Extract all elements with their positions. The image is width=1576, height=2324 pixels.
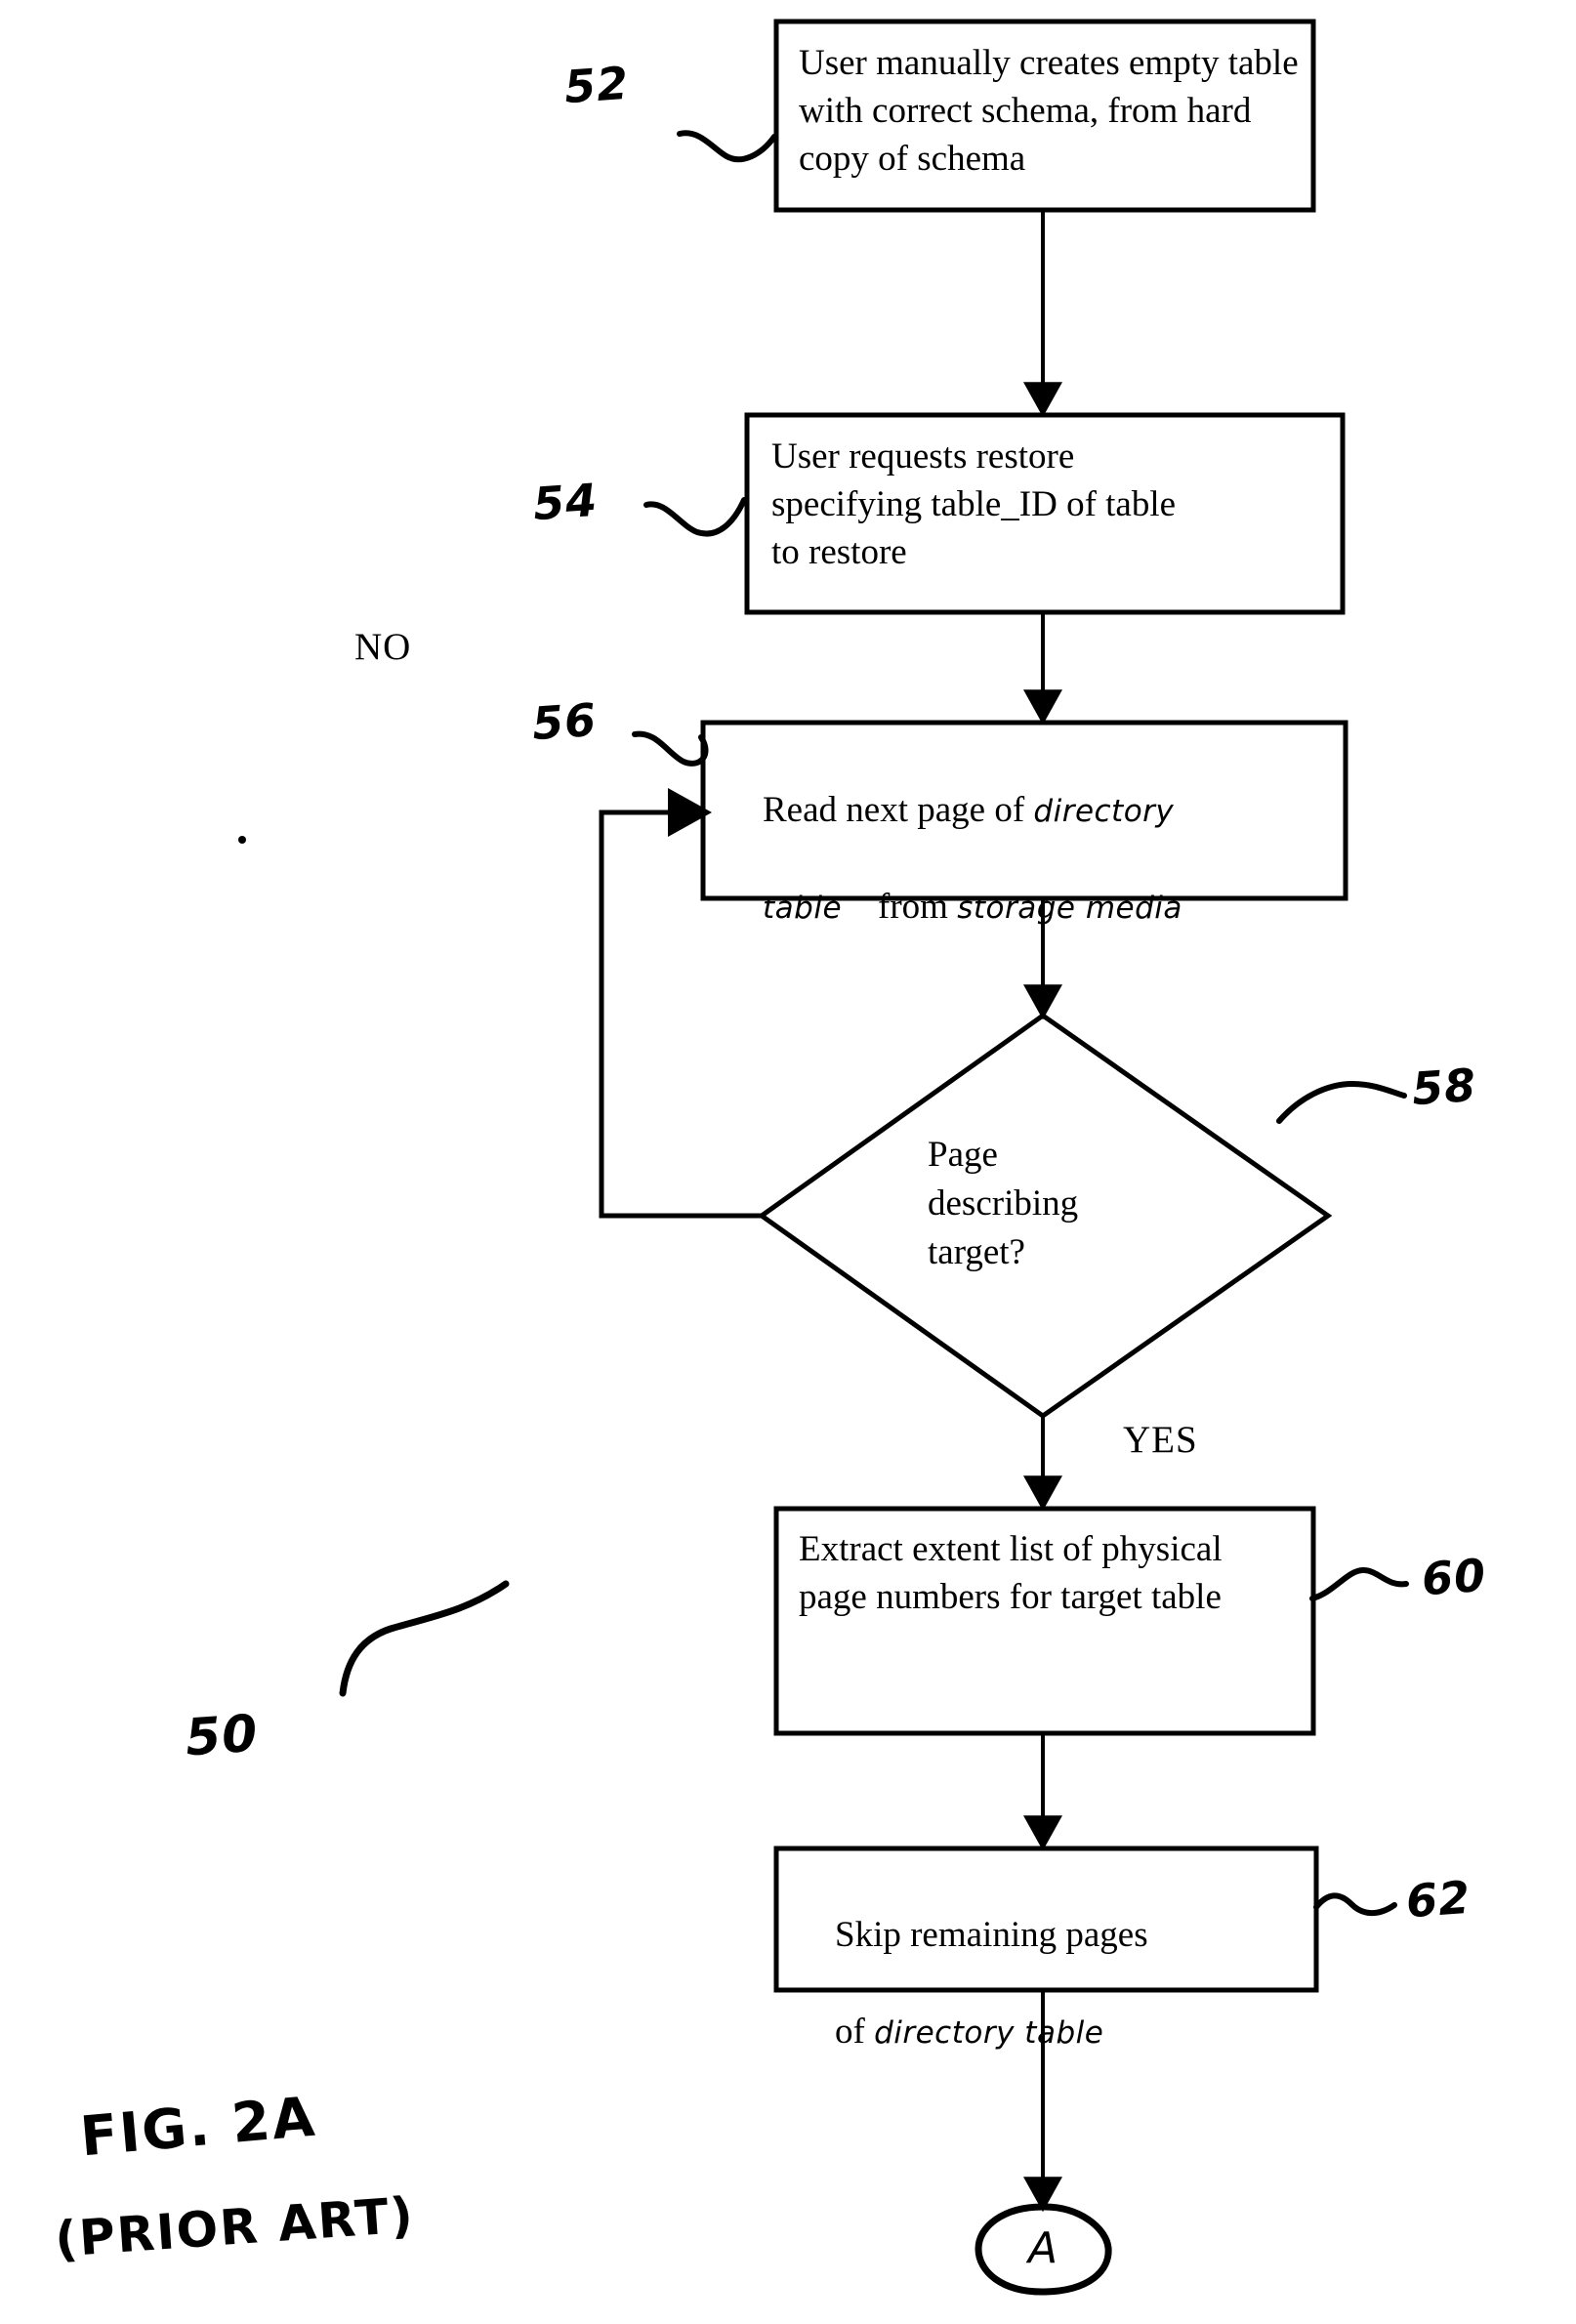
decision-line-1: Page — [928, 1135, 998, 1175]
decision-line-2: describing — [928, 1183, 1079, 1224]
reference-numeral-54: 54 — [531, 473, 600, 531]
branch-label-yes: YES — [1123, 1419, 1198, 1461]
leader-line-50 — [339, 1580, 510, 1697]
reference-numeral-60: 60 — [1420, 1548, 1488, 1606]
leader-line-62 — [1313, 1892, 1397, 1917]
leader-line-52 — [677, 130, 777, 163]
process-box-56-text-1: Read next page of — [763, 790, 1034, 831]
process-box-56-text-3: from — [878, 886, 958, 927]
process-box-62-text-1: Skip remaining pages — [835, 1915, 1148, 1956]
leader-line-58 — [1276, 1080, 1407, 1124]
leader-line-56 — [632, 730, 709, 767]
process-box-54-label: User requests restore specifying table_I… — [771, 436, 1185, 573]
connector-circle-a-label: A — [1027, 2223, 1058, 2273]
flowchart-canvas — [238, 19, 1409, 2296]
reference-numeral-50: 50 — [183, 1704, 261, 1768]
reference-numeral-56: 56 — [530, 692, 599, 751]
process-box-62-handwritten-directory-table: directory table — [874, 2014, 1104, 2051]
branch-label-no: NO — [354, 626, 412, 668]
decision-line-3: target? — [928, 1231, 1025, 1272]
reference-numeral-52: 52 — [562, 56, 631, 114]
process-box-56-handwritten-directory: directory — [1033, 794, 1175, 830]
decision-diamond-58-label: Page describing target? — [928, 1131, 1182, 1277]
process-box-52-label: User manually creates empty table with c… — [799, 43, 1307, 180]
process-box-56-handwritten-table: table — [763, 890, 843, 926]
patent-figure-page: User manually creates empty table with c… — [0, 0, 1576, 2324]
reference-numeral-62: 62 — [1404, 1870, 1472, 1929]
process-box-62-label: Skip remaining pages of directory table — [799, 1863, 1306, 2103]
leader-line-54 — [643, 497, 747, 537]
process-box-60-label: Extract extent list of physical page num… — [799, 1529, 1231, 1618]
process-box-56-handwritten-storage-media: storage media — [957, 890, 1182, 926]
reference-numeral-58: 58 — [1410, 1058, 1478, 1116]
leader-line-60 — [1309, 1566, 1409, 1601]
stray-ink-dot — [238, 836, 246, 844]
process-box-62-text-2: of — [835, 2011, 875, 2052]
process-box-56-label: Read next page of directory table from s… — [726, 738, 1342, 978]
